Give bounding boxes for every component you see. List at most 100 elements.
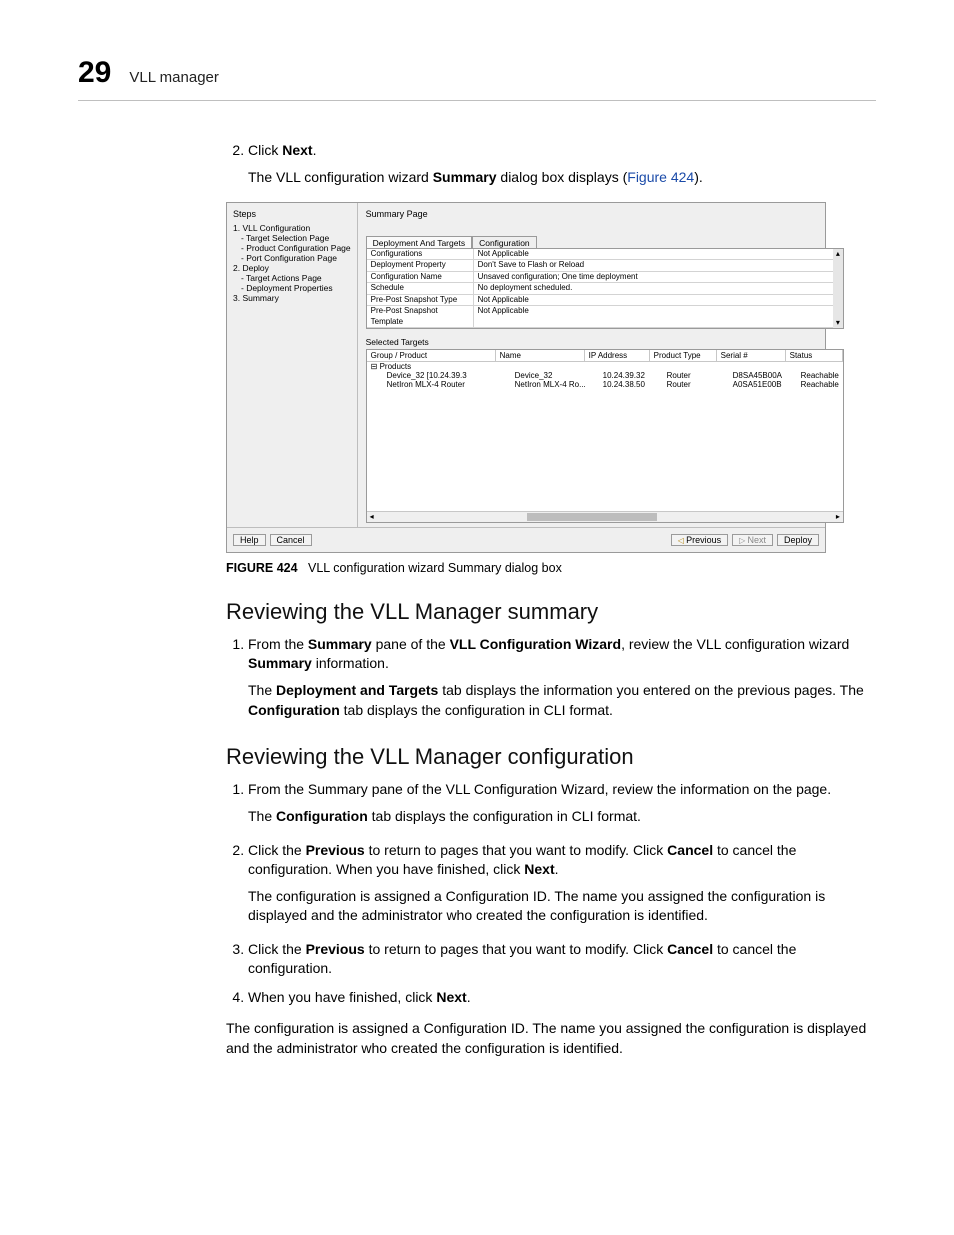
cell-status <box>781 362 843 371</box>
bold: Deployment and Targets <box>276 682 438 698</box>
prop-key: Pre-Post Snapshot Template <box>367 306 474 327</box>
tab-bar: Deployment And Targets Configuration <box>366 235 844 248</box>
previous-button[interactable]: Previous <box>671 534 728 546</box>
cell-serial <box>713 362 781 371</box>
col-product-type: Product Type <box>650 350 717 361</box>
config-step-4: When you have finished, click Next. <box>248 988 876 1007</box>
wizard-step: 2. Deploy <box>233 263 351 273</box>
prop-val: Unsaved configuration; One time deployme… <box>474 272 843 283</box>
properties-grid: ConfigurationsNot Applicable Deployment … <box>366 248 844 330</box>
cell-ip <box>583 362 647 371</box>
bold: Summary <box>308 636 372 652</box>
cell-group: Products <box>367 362 495 371</box>
wizard-step: - Target Actions Page <box>233 273 351 283</box>
tree-row[interactable]: NetIron MLX-4 Router NetIron MLX-4 Ro...… <box>367 380 843 389</box>
text: Click the <box>248 941 306 957</box>
wizard-step: - Product Configuration Page <box>233 243 351 253</box>
cell-status: Reachable <box>797 380 843 389</box>
bold: Configuration <box>248 702 340 718</box>
prop-key: Configurations <box>367 249 474 260</box>
text: Click the <box>248 842 306 858</box>
intro-next-bold: Next <box>282 142 312 158</box>
figure-link[interactable]: Figure 424 <box>627 169 694 185</box>
chapter-title: VLL manager <box>129 69 219 86</box>
section-summary-title: Reviewing the VLL Manager summary <box>226 599 876 625</box>
config-trailer: The configuration is assigned a Configur… <box>226 1018 876 1058</box>
scrollbar-horizontal[interactable]: ◂ ▸ <box>367 511 843 522</box>
text: . <box>555 861 559 877</box>
tree-row[interactable]: Products <box>367 362 843 371</box>
bold: VLL Configuration Wizard <box>450 636 622 652</box>
wizard-step: 1. VLL Configuration <box>233 223 351 233</box>
tree-header: Group / Product Name IP Address Product … <box>367 350 843 362</box>
col-serial: Serial # <box>717 350 786 361</box>
scrollbar-vertical[interactable]: ▴ ▾ <box>833 249 843 329</box>
text: tab displays the configuration in CLI fo… <box>340 702 613 718</box>
bold: Summary <box>248 655 312 671</box>
prop-key: Deployment Property <box>367 260 474 271</box>
summary-step-1: From the Summary pane of the VLL Configu… <box>248 635 876 720</box>
intro-summary-bold: Summary <box>433 169 497 185</box>
running-head: 29 VLL manager <box>78 56 876 101</box>
figure-424: Steps 1. VLL Configuration - Target Sele… <box>226 202 826 553</box>
col-ip: IP Address <box>585 350 650 361</box>
config-step-3: Click the Previous to return to pages th… <box>248 940 876 979</box>
config-step-2-after: The configuration is assigned a Configur… <box>248 887 876 926</box>
intro-step-2: Click Next. The VLL configuration wizard… <box>248 141 876 188</box>
text: tab displays the information you entered… <box>438 682 863 698</box>
text: When you have finished, click <box>248 989 436 1005</box>
bold: Next <box>524 861 554 877</box>
figure-caption-label: FIGURE 424 <box>226 561 298 575</box>
scroll-up-icon[interactable]: ▴ <box>833 249 843 259</box>
prop-val: Not Applicable <box>474 295 843 306</box>
deploy-button[interactable]: Deploy <box>777 534 819 546</box>
cell-ip: 10.24.38.50 <box>599 380 663 389</box>
config-steps: From the Summary pane of the VLL Configu… <box>226 780 876 1008</box>
cell-serial: D8SA45B00A <box>729 371 797 380</box>
config-step-1: From the Summary pane of the VLL Configu… <box>248 780 876 827</box>
cell-name: NetIron MLX-4 Ro... <box>511 380 599 389</box>
text: information. <box>312 655 389 671</box>
text: pane of the <box>372 636 450 652</box>
cell-ptype: Router <box>663 371 729 380</box>
section-config-title: Reviewing the VLL Manager configuration <box>226 744 876 770</box>
wizard-step: - Deployment Properties <box>233 283 351 293</box>
help-button[interactable]: Help <box>233 534 266 546</box>
scroll-left-icon[interactable]: ◂ <box>367 512 377 521</box>
cell-status: Reachable <box>797 371 843 380</box>
prop-val: Don't Save to Flash or Reload <box>474 260 843 271</box>
prop-val: No deployment scheduled. <box>474 283 843 294</box>
bold: Previous <box>306 941 365 957</box>
cell-serial: A0SA51E00B <box>729 380 797 389</box>
steps-header: Steps <box>233 209 351 219</box>
summary-steps: From the Summary pane of the VLL Configu… <box>226 635 876 720</box>
summary-page-header: Summary Page <box>358 203 852 221</box>
text: The <box>248 682 276 698</box>
cancel-button[interactable]: Cancel <box>270 534 312 546</box>
wizard-steps-pane: Steps 1. VLL Configuration - Target Sele… <box>227 203 358 527</box>
intro-line2a: The VLL configuration wizard <box>248 169 433 185</box>
figure-caption: FIGURE 424 VLL configuration wizard Summ… <box>226 561 876 575</box>
text: From the Summary pane of the VLL Configu… <box>248 781 831 797</box>
prop-key: Pre-Post Snapshot Type <box>367 295 474 306</box>
text: to return to pages that you want to modi… <box>365 941 667 957</box>
scroll-down-icon[interactable]: ▾ <box>833 318 843 328</box>
intro-click-text: Click <box>248 142 282 158</box>
col-group: Group / Product <box>367 350 496 361</box>
scroll-right-icon[interactable]: ▸ <box>833 512 843 521</box>
scroll-thumb[interactable] <box>527 513 657 521</box>
cell-group: NetIron MLX-4 Router <box>367 380 511 389</box>
prop-val: Not Applicable <box>474 249 843 260</box>
intro-line2c: dialog box displays ( <box>497 169 628 185</box>
selected-targets-label: Selected Targets <box>366 337 844 347</box>
text: The <box>248 808 276 824</box>
text: From the <box>248 636 308 652</box>
col-name: Name <box>496 350 585 361</box>
cell-group: Device_32 [10.24.39.3 <box>367 371 511 380</box>
period: . <box>313 142 317 158</box>
tree-row[interactable]: Device_32 [10.24.39.3 Device_32 10.24.39… <box>367 371 843 380</box>
intro-steps: Click Next. The VLL configuration wizard… <box>226 141 876 188</box>
cell-name <box>495 362 583 371</box>
cell-ip: 10.24.39.32 <box>599 371 663 380</box>
cell-ptype <box>647 362 713 371</box>
